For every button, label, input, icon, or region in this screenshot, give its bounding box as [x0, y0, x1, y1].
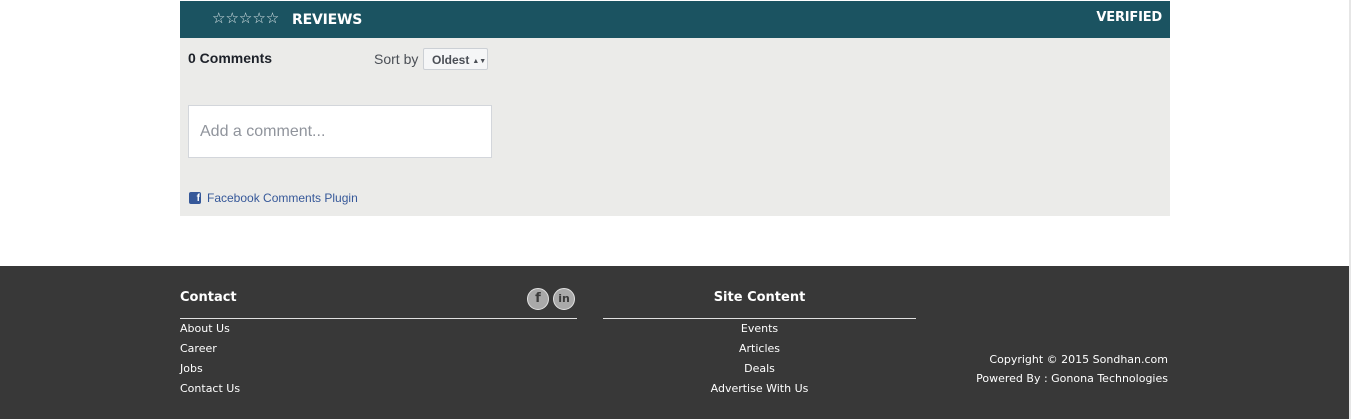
- sort-label: Sort by: [374, 51, 419, 67]
- site-footer: Contact f in About Us Career Jobs Contac…: [0, 266, 1349, 419]
- facebook-icon[interactable]: f: [527, 288, 549, 310]
- footer-link-about-us[interactable]: About Us: [180, 319, 240, 339]
- site-content-links: Events Articles Deals Advertise With Us: [603, 319, 916, 399]
- copyright-block: Copyright © 2015 Sondhan.com Powered By …: [976, 350, 1168, 388]
- reviews-title: REVIEWS: [292, 12, 363, 28]
- plugin-label: Facebook Comments Plugin: [207, 191, 358, 205]
- site-content-heading: Site Content: [713, 290, 806, 305]
- copyright-text: Copyright © 2015 Sondhan.com: [989, 353, 1168, 366]
- contact-heading: Contact: [180, 290, 237, 305]
- verified-badge: VERIFIED: [1096, 10, 1162, 25]
- footer-link-advertise[interactable]: Advertise With Us: [603, 379, 916, 399]
- linkedin-icon[interactable]: in: [553, 288, 575, 310]
- sort-order-select[interactable]: Oldest ▲▼: [423, 48, 488, 70]
- footer-link-deals[interactable]: Deals: [603, 359, 916, 379]
- sort-caret-icon: ▲▼: [472, 58, 487, 65]
- footer-link-articles[interactable]: Articles: [603, 339, 916, 359]
- facebook-comments-plugin-link[interactable]: f Facebook Comments Plugin: [189, 191, 358, 205]
- facebook-icon: f: [189, 192, 201, 204]
- footer-link-events[interactable]: Events: [603, 319, 916, 339]
- reviews-header: ☆☆☆☆☆ REVIEWS VERIFIED: [180, 1, 1170, 38]
- contact-links: About Us Career Jobs Contact Us: [180, 319, 240, 399]
- add-comment-input[interactable]: Add a comment...: [188, 105, 492, 158]
- comments-panel: 0 Comments Sort by Oldest ▲▼ Add a commen…: [180, 38, 1170, 216]
- comment-placeholder: Add a comment...: [200, 123, 326, 140]
- rating-stars[interactable]: ☆☆☆☆☆: [212, 9, 279, 27]
- footer-link-jobs[interactable]: Jobs: [180, 359, 240, 379]
- comment-count: 0 Comments: [188, 50, 273, 66]
- footer-link-contact-us[interactable]: Contact Us: [180, 379, 240, 399]
- footer-link-career[interactable]: Career: [180, 339, 240, 359]
- sort-selected-value: Oldest: [432, 53, 470, 67]
- powered-by-text: Powered By : Gonona Technologies: [976, 372, 1168, 385]
